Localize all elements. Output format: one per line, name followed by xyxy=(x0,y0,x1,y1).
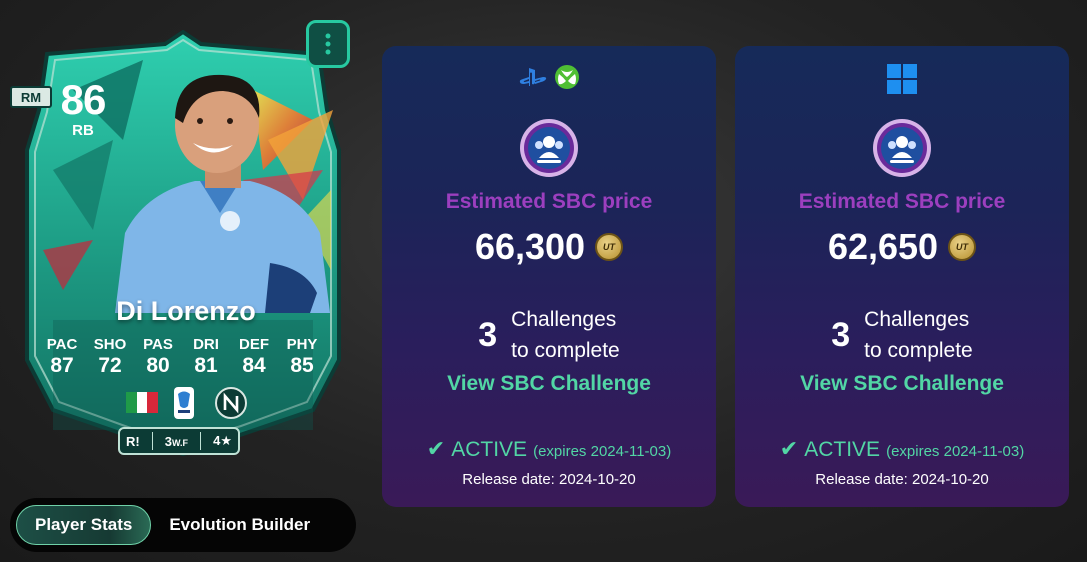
player-card[interactable]: RM 86 RB Di Lorenzo PAC 87 SHO 72 PAS 80 xyxy=(10,18,356,458)
player-stats: PAC 87 SHO 72 PAS 80 DRI 81 DEF 84 PHY 8… xyxy=(38,336,326,378)
weak-foot-label: 3W.F xyxy=(165,434,188,449)
status-label: ACTIVE xyxy=(451,438,528,461)
stat-dri: DRI 81 xyxy=(182,336,230,378)
stat-label: DRI xyxy=(193,336,219,353)
footer-divider xyxy=(200,432,202,450)
challenges-count: 3 xyxy=(478,315,498,354)
stat-label: DEF xyxy=(239,336,269,353)
stat-value: 81 xyxy=(194,354,218,377)
stat-sho: SHO 72 xyxy=(86,336,134,378)
napoli-club-icon xyxy=(215,387,247,419)
challenges-count: 3 xyxy=(831,315,851,354)
status-row: ✔ ACTIVE (expires 2024-11-03) xyxy=(382,436,716,462)
sbc-squad-badge-icon xyxy=(873,119,931,177)
coin-icon: UT xyxy=(595,233,624,261)
stat-label: SHO xyxy=(93,336,127,353)
sbc-panel-console: Estimated SBC price 66,300 UT 3 Challeng… xyxy=(382,46,716,507)
tab-player-stats[interactable]: Player Stats xyxy=(16,505,152,545)
challenges-line-2: to complete xyxy=(864,339,973,362)
italy-flag-icon xyxy=(126,392,159,413)
stat-value: 80 xyxy=(146,354,170,377)
stat-value: 85 xyxy=(290,354,314,377)
card-options-button[interactable] xyxy=(306,20,350,68)
stat-label: PAS xyxy=(143,336,173,353)
alternate-position: RB xyxy=(72,122,94,139)
weak-foot-value: 3 xyxy=(164,433,173,449)
estimated-price-label: Estimated SBC price xyxy=(798,190,1006,213)
position-badge: RM xyxy=(10,86,52,108)
status-row: ✔ ACTIVE (expires 2024-11-03) xyxy=(735,436,1069,462)
sbc-squad-badge-icon xyxy=(520,119,578,177)
footer-divider xyxy=(151,432,153,450)
weak-foot-suffix: W.F xyxy=(172,437,189,448)
challenges-line-2: to complete xyxy=(511,339,620,362)
stat-value: 84 xyxy=(242,354,266,377)
view-sbc-challenge-link[interactable]: View SBC Challenge xyxy=(382,372,716,396)
view-tabs: Player Stats Evolution Builder xyxy=(10,498,356,552)
challenges-text: Challenges to complete xyxy=(864,304,973,366)
stat-label: PHY xyxy=(286,336,318,353)
view-sbc-challenge-link[interactable]: View SBC Challenge xyxy=(735,372,1069,396)
role-label: R! xyxy=(126,433,140,449)
stat-phy: PHY 85 xyxy=(278,336,326,378)
challenges-info: 3 Challenges to complete xyxy=(382,304,716,366)
expiry-date: (expires 2024-11-03) xyxy=(533,443,672,460)
price-row: 66,300 UT xyxy=(382,226,716,268)
challenges-text: Challenges to complete xyxy=(511,304,620,366)
sbc-price: 62,650 xyxy=(827,226,939,267)
platform-icons xyxy=(735,64,1069,94)
platform-icons xyxy=(382,64,716,90)
player-portrait xyxy=(115,74,330,313)
card-badges xyxy=(118,386,260,420)
stat-pas: PAS 80 xyxy=(134,336,182,378)
release-date: Release date: 2024-10-20 xyxy=(815,471,989,488)
stat-value: 87 xyxy=(50,354,74,377)
status-label: ACTIVE xyxy=(804,438,881,461)
tab-evolution-builder[interactable]: Evolution Builder xyxy=(151,505,328,545)
price-row: 62,650 UT xyxy=(735,226,1069,268)
check-icon: ✔ xyxy=(426,436,446,461)
vertical-dots-icon xyxy=(325,33,331,55)
windows-icon xyxy=(887,64,917,94)
challenges-line-1: Challenges xyxy=(511,308,617,331)
sbc-price: 66,300 xyxy=(474,226,586,267)
skill-moves-label: 4★ xyxy=(213,433,232,448)
player-name: Di Lorenzo xyxy=(116,296,256,326)
sbc-panel-pc: Estimated SBC price 62,650 UT 3 Challeng… xyxy=(735,46,1069,507)
card-footer: R! 3W.F 4★ xyxy=(118,427,240,455)
serie-a-league-icon xyxy=(174,387,194,419)
stat-value: 72 xyxy=(98,354,122,377)
challenges-info: 3 Challenges to complete xyxy=(735,304,1069,366)
stat-def: DEF 84 xyxy=(230,336,278,378)
playstation-icon xyxy=(519,68,547,86)
estimated-price-label: Estimated SBC price xyxy=(445,190,653,213)
xbox-icon xyxy=(555,65,579,89)
expiry-date: (expires 2024-11-03) xyxy=(886,443,1025,460)
challenges-line-1: Challenges xyxy=(864,308,970,331)
release-date: Release date: 2024-10-20 xyxy=(462,471,636,488)
coin-icon: UT xyxy=(948,233,977,261)
stat-pac: PAC 87 xyxy=(38,336,86,378)
check-icon: ✔ xyxy=(779,436,799,461)
stat-label: PAC xyxy=(46,336,78,353)
